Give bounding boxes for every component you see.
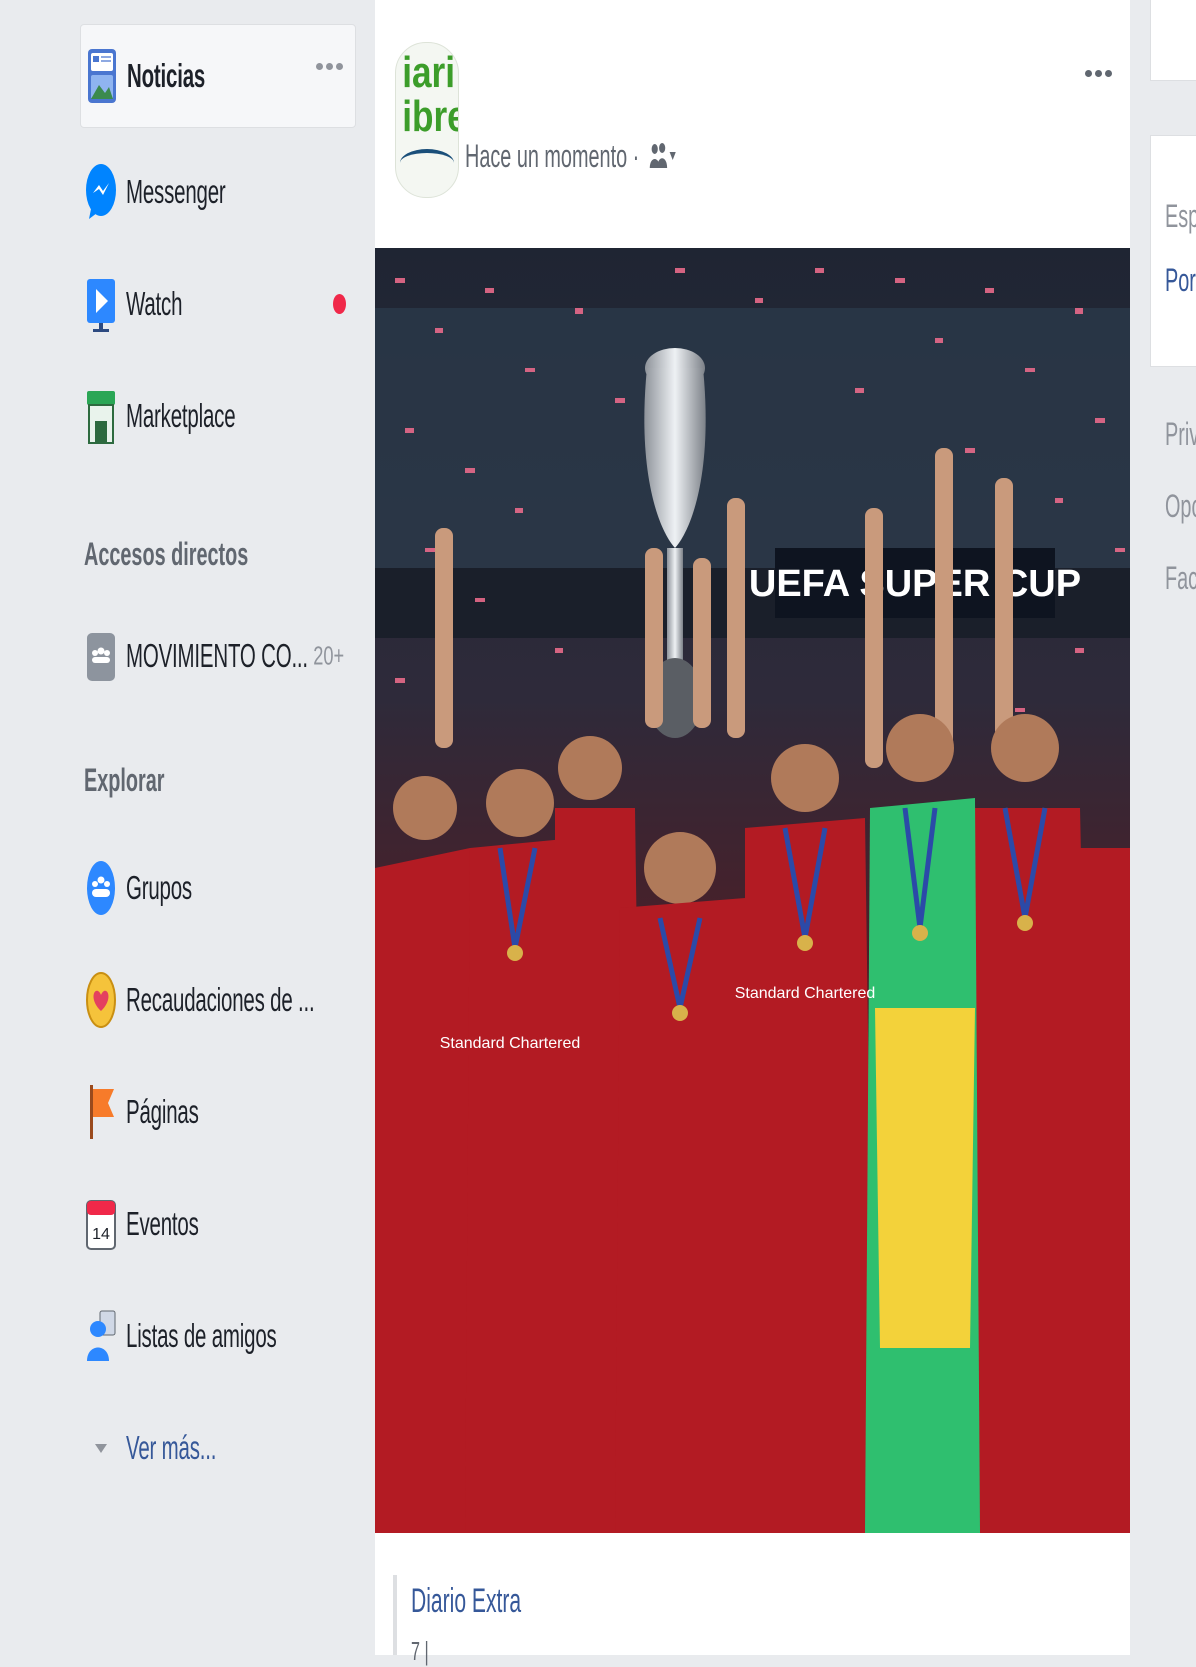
news-feed-icon: [85, 47, 119, 105]
events-calendar-icon: 14: [84, 1195, 118, 1253]
sidebar-item-label: Listas de amigos: [126, 1317, 277, 1354]
post-timestamp-row[interactable]: Hace un momento ·: [465, 138, 676, 178]
shared-source-name[interactable]: Diario Extra: [411, 1582, 521, 1621]
notification-dot: [333, 294, 346, 314]
chevron-down-icon: [84, 1419, 118, 1477]
sidebar-item-messenger[interactable]: Messenger: [80, 140, 356, 244]
marketplace-icon: [84, 387, 118, 445]
sidebar-item-label: Noticias: [127, 57, 206, 94]
sidebar-item-groups[interactable]: Grupos: [80, 836, 356, 940]
left-sidebar: Noticias Messenger Watch Marketplace Acc…: [0, 0, 372, 1655]
fundraiser-icon: [84, 971, 118, 1029]
sidebar-item-label: MOVIMIENTO CO...: [126, 637, 308, 674]
sidebar-item-shortcut-group[interactable]: MOVIMIENTO CO... 20+: [80, 604, 356, 708]
explore-section-title: Explorar: [84, 762, 165, 798]
jersey-sponsor-text: Standard Chartered: [440, 1035, 581, 1052]
shared-source-divider: [393, 1575, 397, 1655]
sidebar-item-news-feed[interactable]: Noticias: [80, 24, 356, 128]
calendar-day: 14: [92, 1226, 110, 1243]
sidebar-item-marketplace[interactable]: Marketplace: [80, 364, 356, 468]
sidebar-item-label: Messenger: [126, 173, 226, 210]
sidebar-item-label: Watch: [126, 285, 183, 322]
sidebar-item-watch[interactable]: Watch: [80, 252, 356, 356]
watch-icon: [84, 275, 118, 333]
post-timestamp: Hace un momento ·: [465, 138, 640, 174]
right-link-line[interactable]: Por: [1165, 262, 1196, 299]
more-options-icon[interactable]: [316, 63, 343, 70]
sidebar-item-label: Marketplace: [126, 397, 236, 434]
footer-link-privacy[interactable]: Priv: [1165, 416, 1196, 453]
post-photo[interactable]: UEFA SUPER CUP Standard Chartered Standa…: [375, 248, 1130, 1533]
sidebar-item-label: Recaudaciones de ...: [126, 981, 315, 1018]
see-more-link[interactable]: Ver más...: [80, 1396, 356, 1500]
page-avatar[interactable]: iari ibre: [395, 42, 459, 198]
right-top-card: [1150, 0, 1196, 81]
sidebar-item-label: Páginas: [126, 1093, 199, 1130]
sidebar-item-events[interactable]: 14 Eventos: [80, 1172, 356, 1276]
shared-source-meta: 7 |: [411, 1636, 429, 1666]
shortcuts-section-title: Accesos directos: [84, 536, 249, 572]
trophy-celebration-illustration: UEFA SUPER CUP Standard Chartered Standa…: [375, 248, 1130, 1533]
sidebar-item-label: Eventos: [126, 1205, 199, 1242]
avatar-swoosh: [400, 149, 454, 177]
messenger-icon: [84, 163, 118, 221]
unread-count-badge: 20+: [313, 640, 344, 671]
avatar-logo-text: iari ibre: [402, 48, 458, 141]
pages-flag-icon: [84, 1083, 118, 1141]
friend-lists-icon: [84, 1307, 118, 1365]
group-icon: [84, 627, 118, 685]
sidebar-item-label: Ver más...: [126, 1429, 217, 1466]
banner-text: UEFA SUPER CUP: [749, 563, 1081, 605]
right-language-card: [1150, 135, 1196, 367]
post-options-icon[interactable]: [1085, 70, 1112, 77]
feed-post: iari ibre Hace un momento ·: [375, 0, 1130, 1666]
sidebar-item-friend-lists[interactable]: Listas de amigos: [80, 1284, 356, 1388]
footer-link-facebook: Fac: [1165, 560, 1196, 596]
groups-icon: [84, 859, 118, 917]
right-text-line: Esp: [1165, 198, 1196, 234]
sidebar-item-label: Grupos: [126, 869, 192, 906]
sidebar-item-pages[interactable]: Páginas: [80, 1060, 356, 1164]
audience-friends-icon[interactable]: [648, 140, 676, 178]
sidebar-item-fundraisers[interactable]: Recaudaciones de ...: [80, 948, 356, 1052]
footer-link-options[interactable]: Opc: [1165, 488, 1196, 525]
jersey-sponsor-text: Standard Chartered: [735, 985, 876, 1002]
